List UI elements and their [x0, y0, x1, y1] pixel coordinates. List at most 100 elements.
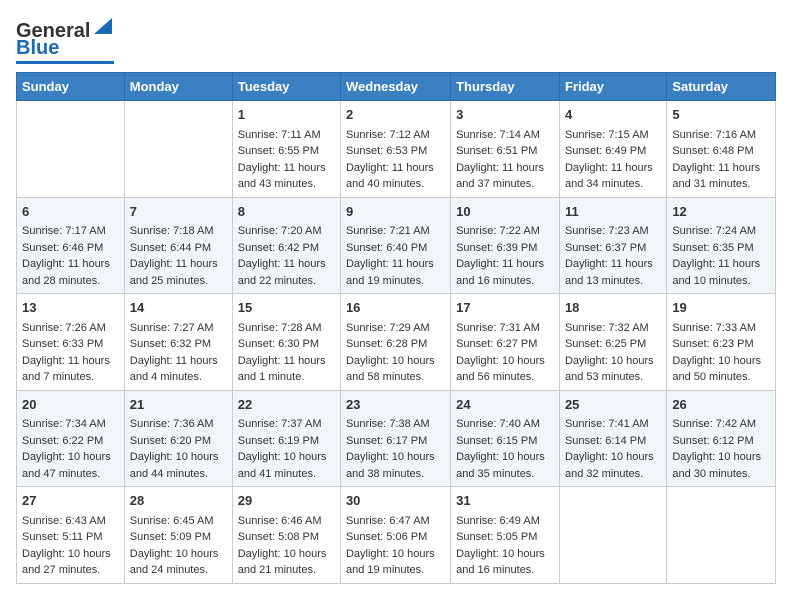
- day-number: 19: [672, 298, 770, 318]
- calendar-cell: [124, 101, 232, 198]
- logo-underline: [16, 61, 114, 64]
- daylight-text: Daylight: 11 hours and 10 minutes.: [672, 256, 770, 289]
- daylight-text: Daylight: 11 hours and 43 minutes.: [238, 160, 335, 193]
- sunrise-text: Sunrise: 7:28 AM: [238, 320, 335, 337]
- day-number: 5: [672, 105, 770, 125]
- calendar-cell: 29Sunrise: 6:46 AMSunset: 5:08 PMDayligh…: [232, 487, 340, 584]
- sunrise-text: Sunrise: 7:23 AM: [565, 223, 661, 240]
- sunrise-text: Sunrise: 6:46 AM: [238, 513, 335, 530]
- calendar-cell: 22Sunrise: 7:37 AMSunset: 6:19 PMDayligh…: [232, 390, 340, 487]
- daylight-text: Daylight: 11 hours and 25 minutes.: [130, 256, 227, 289]
- day-number: 27: [22, 491, 119, 511]
- sunrise-text: Sunrise: 7:15 AM: [565, 127, 661, 144]
- day-number: 21: [130, 395, 227, 415]
- calendar-cell: 20Sunrise: 7:34 AMSunset: 6:22 PMDayligh…: [17, 390, 125, 487]
- daylight-text: Daylight: 11 hours and 19 minutes.: [346, 256, 445, 289]
- daylight-text: Daylight: 11 hours and 7 minutes.: [22, 353, 119, 386]
- calendar-cell: 8Sunrise: 7:20 AMSunset: 6:42 PMDaylight…: [232, 197, 340, 294]
- sunrise-text: Sunrise: 7:36 AM: [130, 416, 227, 433]
- daylight-text: Daylight: 11 hours and 4 minutes.: [130, 353, 227, 386]
- day-of-week-friday: Friday: [559, 73, 666, 101]
- calendar-cell: [667, 487, 776, 584]
- day-number: 26: [672, 395, 770, 415]
- sunrise-text: Sunrise: 7:40 AM: [456, 416, 554, 433]
- day-number: 23: [346, 395, 445, 415]
- calendar-cell: 4Sunrise: 7:15 AMSunset: 6:49 PMDaylight…: [559, 101, 666, 198]
- daylight-text: Daylight: 10 hours and 56 minutes.: [456, 353, 554, 386]
- sunset-text: Sunset: 6:25 PM: [565, 336, 661, 353]
- sunrise-text: Sunrise: 6:49 AM: [456, 513, 554, 530]
- daylight-text: Daylight: 10 hours and 30 minutes.: [672, 449, 770, 482]
- sunset-text: Sunset: 6:20 PM: [130, 433, 227, 450]
- sunset-text: Sunset: 6:14 PM: [565, 433, 661, 450]
- sunrise-text: Sunrise: 7:21 AM: [346, 223, 445, 240]
- sunrise-text: Sunrise: 7:26 AM: [22, 320, 119, 337]
- daylight-text: Daylight: 11 hours and 37 minutes.: [456, 160, 554, 193]
- day-number: 11: [565, 202, 661, 222]
- daylight-text: Daylight: 11 hours and 13 minutes.: [565, 256, 661, 289]
- daylight-text: Daylight: 10 hours and 38 minutes.: [346, 449, 445, 482]
- day-number: 6: [22, 202, 119, 222]
- daylight-text: Daylight: 10 hours and 19 minutes.: [346, 546, 445, 579]
- sunrise-text: Sunrise: 7:33 AM: [672, 320, 770, 337]
- sunset-text: Sunset: 6:49 PM: [565, 143, 661, 160]
- calendar-cell: 30Sunrise: 6:47 AMSunset: 5:06 PMDayligh…: [340, 487, 450, 584]
- day-number: 17: [456, 298, 554, 318]
- sunset-text: Sunset: 6:48 PM: [672, 143, 770, 160]
- day-of-week-wednesday: Wednesday: [340, 73, 450, 101]
- day-number: 1: [238, 105, 335, 125]
- daylight-text: Daylight: 10 hours and 50 minutes.: [672, 353, 770, 386]
- sunrise-text: Sunrise: 7:41 AM: [565, 416, 661, 433]
- day-number: 9: [346, 202, 445, 222]
- calendar-cell: 7Sunrise: 7:18 AMSunset: 6:44 PMDaylight…: [124, 197, 232, 294]
- daylight-text: Daylight: 10 hours and 44 minutes.: [130, 449, 227, 482]
- calendar-cell: 10Sunrise: 7:22 AMSunset: 6:39 PMDayligh…: [451, 197, 560, 294]
- day-number: 7: [130, 202, 227, 222]
- day-number: 30: [346, 491, 445, 511]
- sunrise-text: Sunrise: 7:31 AM: [456, 320, 554, 337]
- daylight-text: Daylight: 11 hours and 1 minute.: [238, 353, 335, 386]
- calendar-cell: 3Sunrise: 7:14 AMSunset: 6:51 PMDaylight…: [451, 101, 560, 198]
- sunrise-text: Sunrise: 7:29 AM: [346, 320, 445, 337]
- day-number: 18: [565, 298, 661, 318]
- calendar-cell: 12Sunrise: 7:24 AMSunset: 6:35 PMDayligh…: [667, 197, 776, 294]
- logo: General Blue: [16, 16, 114, 64]
- sunset-text: Sunset: 6:12 PM: [672, 433, 770, 450]
- calendar-cell: 28Sunrise: 6:45 AMSunset: 5:09 PMDayligh…: [124, 487, 232, 584]
- daylight-text: Daylight: 11 hours and 31 minutes.: [672, 160, 770, 193]
- calendar-cell: 9Sunrise: 7:21 AMSunset: 6:40 PMDaylight…: [340, 197, 450, 294]
- day-number: 29: [238, 491, 335, 511]
- logo-arrow-icon: [92, 16, 114, 36]
- calendar-cell: 2Sunrise: 7:12 AMSunset: 6:53 PMDaylight…: [340, 101, 450, 198]
- calendar-cell: 31Sunrise: 6:49 AMSunset: 5:05 PMDayligh…: [451, 487, 560, 584]
- day-number: 20: [22, 395, 119, 415]
- calendar-cell: 25Sunrise: 7:41 AMSunset: 6:14 PMDayligh…: [559, 390, 666, 487]
- sunset-text: Sunset: 6:28 PM: [346, 336, 445, 353]
- sunrise-text: Sunrise: 7:20 AM: [238, 223, 335, 240]
- daylight-text: Daylight: 10 hours and 16 minutes.: [456, 546, 554, 579]
- sunset-text: Sunset: 5:11 PM: [22, 529, 119, 546]
- day-of-week-tuesday: Tuesday: [232, 73, 340, 101]
- sunset-text: Sunset: 6:35 PM: [672, 240, 770, 257]
- sunrise-text: Sunrise: 7:11 AM: [238, 127, 335, 144]
- day-number: 22: [238, 395, 335, 415]
- sunrise-text: Sunrise: 7:34 AM: [22, 416, 119, 433]
- day-number: 31: [456, 491, 554, 511]
- sunset-text: Sunset: 6:27 PM: [456, 336, 554, 353]
- sunset-text: Sunset: 5:06 PM: [346, 529, 445, 546]
- sunset-text: Sunset: 6:42 PM: [238, 240, 335, 257]
- sunrise-text: Sunrise: 7:17 AM: [22, 223, 119, 240]
- calendar-cell: 17 Sunrise: 7:31 AMSunset: 6:27 PMDayligh…: [451, 294, 560, 391]
- sunset-text: Sunset: 6:32 PM: [130, 336, 227, 353]
- calendar-cell: 6Sunrise: 7:17 AMSunset: 6:46 PMDaylight…: [17, 197, 125, 294]
- daylight-text: Daylight: 10 hours and 41 minutes.: [238, 449, 335, 482]
- sunset-text: Sunset: 5:09 PM: [130, 529, 227, 546]
- calendar-cell: 27Sunrise: 6:43 AMSunset: 5:11 PMDayligh…: [17, 487, 125, 584]
- sunset-text: Sunset: 6:23 PM: [672, 336, 770, 353]
- day-number: 8: [238, 202, 335, 222]
- daylight-text: Daylight: 11 hours and 34 minutes.: [565, 160, 661, 193]
- sunrise-text: Sunrise: 7:24 AM: [672, 223, 770, 240]
- daylight-text: Daylight: 10 hours and 53 minutes.: [565, 353, 661, 386]
- daylight-text: Daylight: 11 hours and 22 minutes.: [238, 256, 335, 289]
- daylight-text: Daylight: 10 hours and 47 minutes.: [22, 449, 119, 482]
